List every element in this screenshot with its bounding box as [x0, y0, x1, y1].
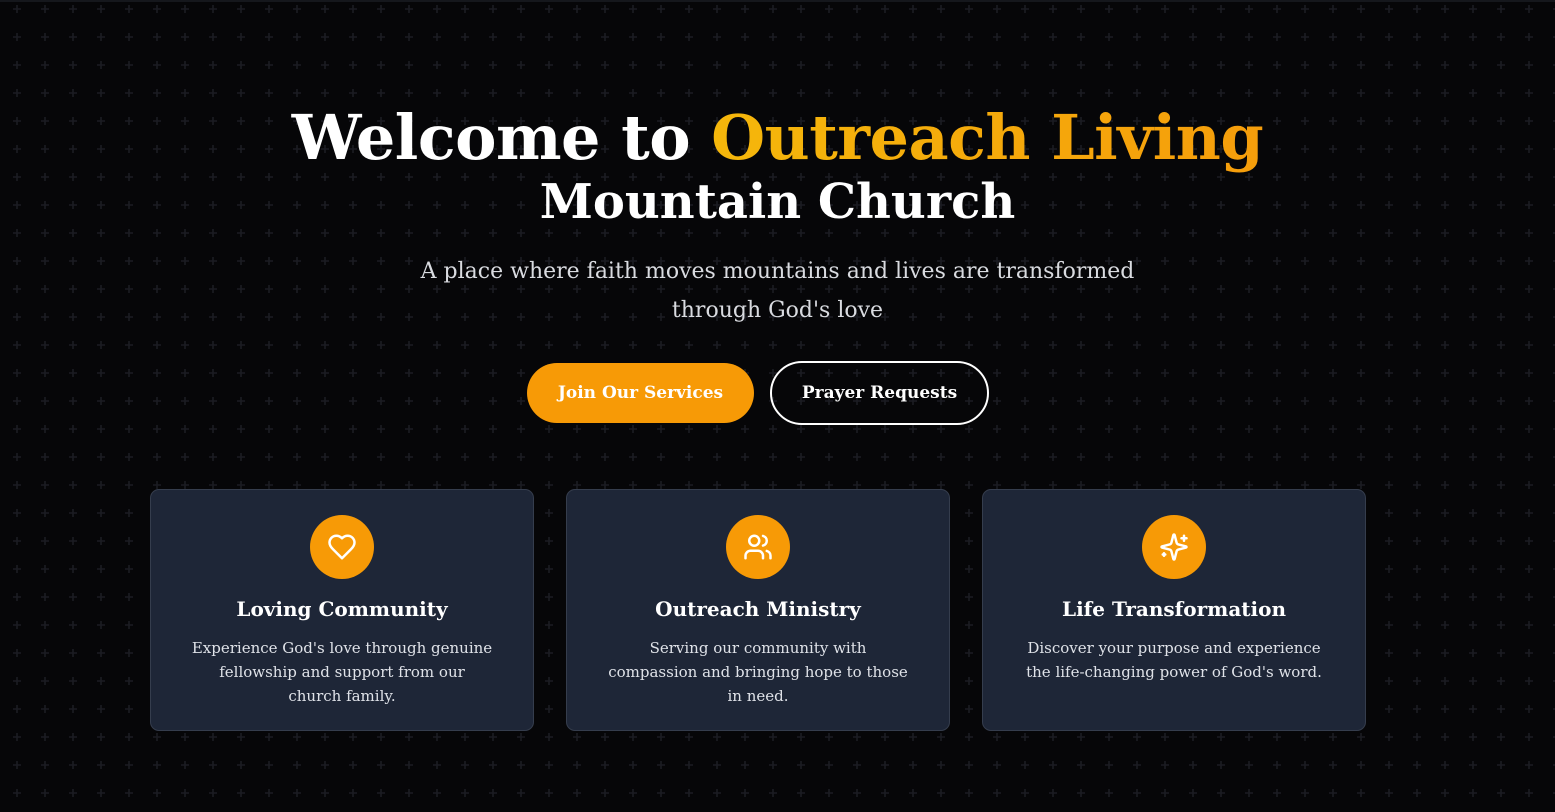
hero-title-line2: Mountain Church	[539, 174, 1016, 230]
card-title: Outreach Ministry	[655, 597, 861, 621]
card-description: Discover your purpose and experience the…	[1026, 639, 1322, 681]
sparkles-icon	[1142, 515, 1206, 579]
feature-card-loving-community: Loving Community Experience God's love t…	[150, 489, 534, 731]
hero-title-prefix: Welcome to	[291, 101, 712, 174]
users-icon	[726, 515, 790, 579]
feature-card-life-transformation: Life Transformation Discover your purpos…	[982, 489, 1366, 731]
card-description: Experience God's love through genuine fe…	[191, 639, 493, 705]
hero-title: Welcome to Outreach Living	[0, 100, 1555, 176]
prayer-requests-button[interactable]: Prayer Requests	[770, 361, 989, 425]
hero-subtitle: A place where faith moves mountains and …	[420, 259, 1135, 323]
feature-card-outreach-ministry: Outreach Ministry Serving our community …	[566, 489, 950, 731]
join-services-button[interactable]: Join Our Services	[527, 363, 754, 423]
card-title: Life Transformation	[1062, 597, 1286, 621]
hero-title-accent: Outreach Living	[711, 101, 1264, 174]
card-title: Loving Community	[236, 597, 448, 621]
heart-icon	[310, 515, 374, 579]
card-description: Serving our community with compassion an…	[608, 639, 908, 705]
top-divider	[0, 0, 1555, 2]
